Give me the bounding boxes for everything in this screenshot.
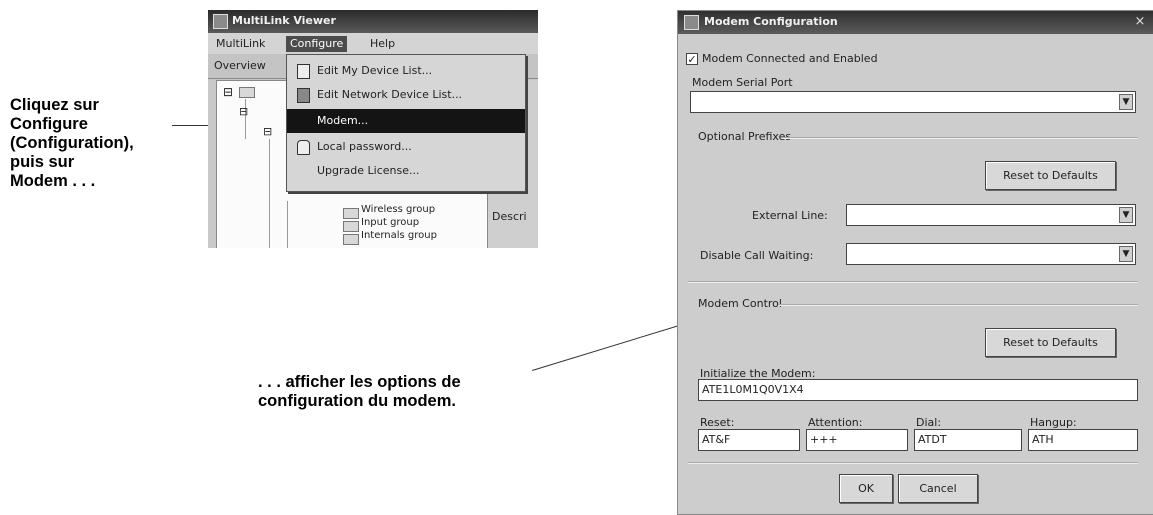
optional-prefixes-heading: Optional Prefixes bbox=[698, 130, 792, 143]
network-icon bbox=[297, 88, 310, 103]
multilink-viewer-window: MultiLink Viewer MultiLink Configure Hel… bbox=[208, 10, 538, 248]
reset-prefixes-button[interactable]: Reset to Defaults bbox=[985, 161, 1116, 190]
dial-string-input[interactable]: ATDT bbox=[914, 429, 1022, 451]
divider bbox=[782, 137, 1138, 139]
attention-string-label: Attention: bbox=[808, 416, 863, 429]
folder-icon bbox=[343, 221, 359, 232]
tree-item[interactable]: Wireless group bbox=[361, 204, 435, 215]
modem-configuration-dialog: Modem Configuration × ✓ Modem Connected … bbox=[677, 10, 1153, 515]
menu-configure[interactable]: Configure bbox=[286, 36, 348, 52]
hangup-string-label: Hangup: bbox=[1030, 416, 1077, 429]
menu-item-modem[interactable]: Modem... bbox=[287, 109, 525, 133]
serial-port-label: Modem Serial Port bbox=[692, 76, 793, 89]
divider bbox=[688, 281, 1138, 283]
initialize-input[interactable]: ATE1L0M1Q0V1X4 bbox=[698, 379, 1138, 401]
modem-control-heading: Modem Control bbox=[698, 297, 782, 310]
tree-expander-icon[interactable]: ⊟ bbox=[239, 105, 248, 118]
dial-string-label: Dial: bbox=[916, 416, 942, 429]
divider bbox=[688, 462, 1138, 464]
chevron-down-icon[interactable]: ▼ bbox=[1119, 246, 1133, 262]
viewer-titlebar: MultiLink Viewer bbox=[208, 10, 538, 33]
callout-show-options-1: . . . afficher les options de bbox=[258, 373, 461, 391]
external-line-label: External Line: bbox=[752, 209, 828, 222]
app-icon bbox=[213, 14, 228, 29]
tree-expander-icon[interactable]: ⊟ bbox=[263, 125, 272, 138]
reset-string-label: Reset: bbox=[700, 416, 735, 429]
chevron-down-icon[interactable]: ▼ bbox=[1119, 94, 1133, 110]
menu-item-edit-network-device-list[interactable]: Edit Network Device List... bbox=[287, 83, 525, 107]
folder-icon bbox=[343, 234, 359, 245]
menu-help[interactable]: Help bbox=[366, 36, 399, 52]
modem-enabled-checkbox[interactable]: ✓ bbox=[686, 53, 698, 65]
hangup-string-input[interactable]: ATH bbox=[1028, 429, 1138, 451]
viewer-title: MultiLink Viewer bbox=[232, 14, 336, 27]
external-line-select[interactable]: ▼ bbox=[846, 204, 1136, 226]
folder-icon bbox=[239, 87, 255, 98]
menu-item-local-password[interactable]: Local password... bbox=[287, 135, 525, 159]
tab-overview[interactable]: Overview bbox=[214, 59, 266, 72]
callout-configure-modem: Cliquez sur Configure (Configuration), p… bbox=[10, 96, 134, 190]
menu-multilink[interactable]: MultiLink bbox=[212, 36, 269, 52]
folder-icon bbox=[343, 208, 359, 219]
tree-item[interactable]: Input group bbox=[361, 217, 419, 228]
divider bbox=[778, 304, 1138, 306]
callout-show-options-2: configuration du modem. bbox=[258, 392, 456, 410]
menu-item-edit-my-device-list[interactable]: Edit My Device List... bbox=[287, 59, 525, 83]
dialog-title: Modem Configuration bbox=[704, 15, 838, 28]
serial-port-select[interactable]: ▼ bbox=[690, 91, 1136, 113]
viewer-menubar: MultiLink Configure Help bbox=[208, 33, 538, 54]
disable-call-waiting-select[interactable]: ▼ bbox=[846, 243, 1136, 265]
dialog-titlebar: Modem Configuration × bbox=[678, 11, 1153, 34]
callout-leader-bottom bbox=[532, 322, 690, 371]
cancel-button[interactable]: Cancel bbox=[898, 474, 978, 503]
chevron-down-icon[interactable]: ▼ bbox=[1119, 207, 1133, 223]
modem-enabled-label: Modem Connected and Enabled bbox=[702, 52, 878, 65]
tree-line bbox=[269, 139, 270, 248]
tree-expander-icon[interactable]: ⊟ bbox=[223, 85, 233, 99]
lock-icon bbox=[297, 140, 310, 155]
disable-call-waiting-label: Disable Call Waiting: bbox=[700, 249, 814, 262]
menu-item-upgrade-license[interactable]: Upgrade License... bbox=[287, 159, 525, 183]
document-icon bbox=[297, 64, 310, 79]
ok-button[interactable]: OK bbox=[839, 474, 893, 503]
attention-string-input[interactable]: +++ bbox=[806, 429, 908, 451]
reset-control-button[interactable]: Reset to Defaults bbox=[985, 328, 1116, 357]
tree-line bbox=[287, 201, 288, 248]
tree-item[interactable]: Internals group bbox=[361, 230, 437, 241]
close-icon[interactable]: × bbox=[1132, 14, 1148, 30]
detail-label-partial: Descri bbox=[492, 210, 527, 223]
configure-dropdown-menu: Edit My Device List... Edit Network Devi… bbox=[286, 54, 526, 192]
reset-string-input[interactable]: AT&F bbox=[698, 429, 800, 451]
app-icon bbox=[684, 15, 699, 30]
